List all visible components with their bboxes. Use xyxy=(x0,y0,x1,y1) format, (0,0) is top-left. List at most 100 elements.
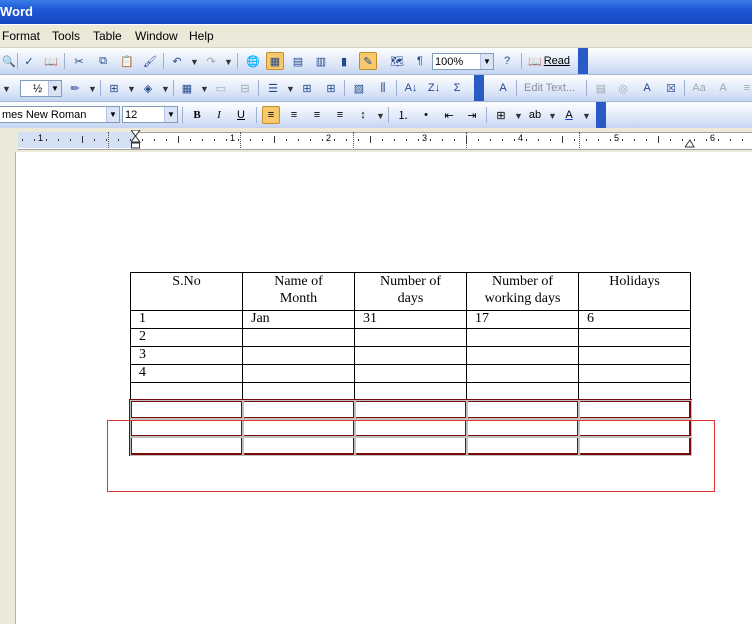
wordart-shape-icon[interactable]: A xyxy=(638,79,656,97)
table-cell[interactable] xyxy=(241,399,356,420)
highlight-dropdown-icon[interactable]: ▼ xyxy=(548,111,557,121)
copy-icon[interactable]: ⧉ xyxy=(94,52,112,70)
font-color-icon[interactable]: A xyxy=(560,106,578,124)
table-cell[interactable]: 17 xyxy=(466,310,579,329)
table-cell[interactable] xyxy=(354,364,467,383)
text-wrapping-icon[interactable]: ☒ xyxy=(662,79,680,97)
border-color-dropdown-icon[interactable]: ▼ xyxy=(88,84,97,94)
table-cell[interactable] xyxy=(242,364,355,383)
table-cell[interactable] xyxy=(354,382,467,401)
line-weight-box[interactable]: ½ ▼ xyxy=(20,80,62,97)
table-cell[interactable] xyxy=(354,346,467,365)
border-dropdown-icon[interactable]: ▼ xyxy=(127,84,136,94)
table-cell[interactable]: 6 xyxy=(578,310,691,329)
border-dropdown-icon[interactable]: ▼ xyxy=(514,111,523,121)
menu-help[interactable]: Help xyxy=(189,29,214,43)
distribute-columns-icon[interactable]: ⊞ xyxy=(322,79,340,97)
table-cell[interactable]: 31 xyxy=(354,310,467,329)
border-color-icon[interactable]: ✏ xyxy=(66,79,84,97)
table-cell[interactable] xyxy=(242,346,355,365)
align-right-icon[interactable]: ≡ xyxy=(308,106,326,124)
table-cell[interactable]: 4 xyxy=(130,364,243,383)
toolbar-options-icon[interactable] xyxy=(596,102,606,128)
outside-border-icon[interactable]: ⊞ xyxy=(492,106,510,124)
paste-icon[interactable]: 📋 xyxy=(118,52,136,70)
split-cells-icon[interactable]: ⊟ xyxy=(236,79,254,97)
shading-color-icon[interactable]: ◈ xyxy=(139,79,157,97)
show-hide-icon[interactable]: ¶ xyxy=(411,52,429,70)
table-autoformat-icon[interactable]: ▧ xyxy=(350,79,368,97)
table-cell[interactable] xyxy=(578,346,691,365)
insert-table-icon[interactable]: ▦ xyxy=(178,79,196,97)
align-dropdown-icon[interactable]: ▼ xyxy=(286,84,295,94)
table-cell[interactable] xyxy=(354,328,467,347)
shading-dropdown-icon[interactable]: ▼ xyxy=(161,84,170,94)
outside-border-icon[interactable]: ⊞ xyxy=(105,79,123,97)
table-header-cell[interactable]: Holidays xyxy=(578,272,691,311)
table-cell[interactable]: 2 xyxy=(130,328,243,347)
align-center-icon[interactable]: ≡ xyxy=(285,106,303,124)
menu-table[interactable]: Table xyxy=(93,29,122,43)
wordart-gallery-icon[interactable]: ▤ xyxy=(592,79,610,97)
table-cell[interactable] xyxy=(242,328,355,347)
italic-icon[interactable]: I xyxy=(210,106,228,124)
insert-table-icon[interactable]: ▤ xyxy=(289,52,307,70)
toolbar-options-icon[interactable] xyxy=(578,48,588,74)
table-header-cell[interactable]: S.No xyxy=(130,272,243,311)
font-size-dropdown-icon[interactable]: ▼ xyxy=(164,107,177,122)
justify-icon[interactable]: ≡ xyxy=(331,106,349,124)
column-marker[interactable] xyxy=(579,132,582,148)
tables-borders-icon[interactable]: ▦ xyxy=(266,52,284,70)
table-cell[interactable] xyxy=(466,382,579,401)
table-cell[interactable] xyxy=(466,328,579,347)
cut-icon[interactable]: ✂ xyxy=(70,52,88,70)
zoom-box[interactable]: 100% ▼ xyxy=(432,53,494,70)
column-marker[interactable] xyxy=(240,132,243,148)
align-cell-icon[interactable]: ☰ xyxy=(264,79,282,97)
vertical-ruler[interactable] xyxy=(0,152,16,624)
table-cell[interactable]: Jan xyxy=(242,310,355,329)
table-cell[interactable] xyxy=(353,399,468,420)
bold-icon[interactable]: B xyxy=(188,106,206,124)
format-painter-icon[interactable]: 🖌 xyxy=(141,52,159,70)
insert-table-dropdown-icon[interactable]: ▼ xyxy=(200,84,209,94)
columns-icon[interactable]: ▮ xyxy=(335,52,353,70)
redo-icon[interactable]: ↷ xyxy=(202,52,220,70)
menu-window[interactable]: Window xyxy=(135,29,178,43)
font-name-dropdown-icon[interactable]: ▼ xyxy=(106,107,119,122)
table-cell[interactable]: 1 xyxy=(130,310,243,329)
text-direction-icon[interactable]: ⫼ xyxy=(374,79,392,97)
research-icon[interactable]: 📖 xyxy=(42,52,60,70)
indent-marker-icon[interactable] xyxy=(130,129,141,150)
align-left-icon[interactable]: ≡ xyxy=(262,106,280,124)
insert-excel-icon[interactable]: ▥ xyxy=(312,52,330,70)
same-letter-heights-icon[interactable]: Aa xyxy=(690,79,708,97)
line-weight-dropdown-icon[interactable]: ▼ xyxy=(48,81,61,96)
column-marker[interactable] xyxy=(353,132,356,148)
line-spacing-icon[interactable]: ↕ xyxy=(354,106,372,124)
highlight-icon[interactable]: ab xyxy=(526,106,544,124)
numbering-icon[interactable]: ⒈ xyxy=(394,106,412,124)
autosum-icon[interactable]: Σ xyxy=(448,79,466,97)
font-color-dropdown-icon[interactable]: ▼ xyxy=(582,111,591,121)
distribute-rows-icon[interactable]: ⊞ xyxy=(298,79,316,97)
zoom-dropdown-icon[interactable]: ▼ xyxy=(480,54,493,69)
format-wordart-icon[interactable]: ◎ xyxy=(614,79,632,97)
table-cell[interactable] xyxy=(578,382,691,401)
table-cell[interactable] xyxy=(466,364,579,383)
help-icon[interactable]: ? xyxy=(498,52,516,70)
table-cell[interactable] xyxy=(130,382,243,401)
read-button[interactable]: 📖 Read xyxy=(528,52,576,70)
decrease-indent-icon[interactable]: ⇤ xyxy=(440,106,458,124)
table-cell[interactable] xyxy=(242,382,355,401)
edit-text-button[interactable]: Edit Text... xyxy=(524,82,575,94)
font-name-box[interactable]: mes New Roman ▼ xyxy=(0,106,120,123)
redo-dropdown-icon[interactable]: ▼ xyxy=(224,57,233,67)
font-size-box[interactable]: 12 ▼ xyxy=(122,106,178,123)
undo-icon[interactable]: ↶ xyxy=(168,52,186,70)
table-cell[interactable]: 3 xyxy=(130,346,243,365)
line-spacing-dropdown-icon[interactable]: ▼ xyxy=(376,111,385,121)
table-cell[interactable] xyxy=(578,364,691,383)
underline-icon[interactable]: U xyxy=(232,106,250,124)
document-map-icon[interactable]: 🗺 xyxy=(388,52,406,70)
